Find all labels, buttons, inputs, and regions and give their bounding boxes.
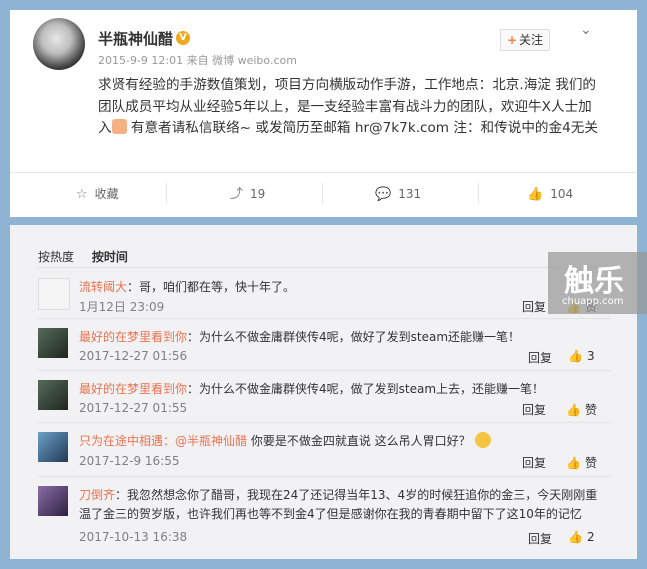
comment-like-count: 3 <box>586 349 595 363</box>
comment-item: 刀倒齐：我忽然想念你了醋哥，我现在24了还记得当年13、4岁的时候狂追你的金三，… <box>38 486 611 548</box>
comment-like-count: 赞 <box>584 403 597 417</box>
chevron-down-icon[interactable]: ⌄ <box>580 22 592 38</box>
commenter-name[interactable]: 刀倒齐 <box>79 488 115 502</box>
commenter-name[interactable]: 只为在途中相遇 <box>79 434 163 448</box>
comment-like-button[interactable]: 👍 3 <box>568 349 595 363</box>
author-name[interactable]: 半瓶神仙醋 <box>98 28 173 49</box>
divider <box>322 183 323 203</box>
tab-by-time[interactable]: 按时间 <box>92 250 128 264</box>
reply-button[interactable]: 回复 <box>528 349 552 366</box>
comment-button[interactable]: 💬 131 <box>375 182 421 206</box>
favorite-label: 收藏 <box>94 187 119 201</box>
comment-icon: 💬 <box>375 187 392 202</box>
comment-text: 最好的在梦里看到你：为什么不做金庸群侠传4呢，做了发到steam上去，还能赚一笔… <box>79 380 609 399</box>
comment-body: ：哥，咱们都在等，快十年了。 <box>127 280 296 294</box>
commenter-avatar[interactable] <box>38 278 70 310</box>
reply-button[interactable]: 回复 <box>522 298 546 315</box>
comment-sort-tabs: 按热度 按时间 <box>38 248 128 265</box>
comment-body: ：为什么不做金庸群侠传4呢，做了发到steam上去，还能赚一笔！ <box>187 382 545 396</box>
follow-label: 关注 <box>519 33 544 47</box>
comment-like-count: 2 <box>586 530 595 544</box>
comment-text: 最好的在梦里看到你：为什么不做金庸群侠传4呢，做好了发到steam还能赚一笔！ <box>79 328 609 347</box>
commenter-avatar[interactable] <box>38 380 68 410</box>
reply-button[interactable]: 回复 <box>522 454 546 471</box>
thumbs-up-icon: 👍 <box>566 403 581 417</box>
comment-text: 只为在途中相遇：@半瓶神仙醋 你要是不做金四就直说 这么吊人胃口好？ <box>79 432 609 451</box>
like-button[interactable]: 👍 104 <box>527 182 573 206</box>
thumbs-up-icon: 👍 <box>527 187 544 202</box>
comment-item: 只为在途中相遇：@半瓶神仙醋 你要是不做金四就直说 这么吊人胃口好？ 2017-… <box>38 432 611 470</box>
comment-like-button[interactable]: 👍赞 <box>566 401 597 418</box>
watermark-title: 触乐 <box>564 264 624 299</box>
author-avatar[interactable] <box>33 18 85 70</box>
comment-body: ：我忽然想念你了醋哥，我现在24了还记得当年13、4岁的时候狂追你的金三，今天刚… <box>79 488 598 521</box>
divider <box>38 267 611 268</box>
comment-time: 1月12日 23:09 <box>79 300 165 314</box>
comment-body: 你要是不做金四就直说 这么吊人胃口好？ <box>247 434 471 448</box>
share-count: 19 <box>250 187 266 201</box>
favorite-button[interactable]: ☆ 收藏 <box>76 182 119 206</box>
comment-time: 2017-12-27 01:55 <box>79 401 188 415</box>
watermark-subtitle: chuapp.com <box>562 296 624 307</box>
divider <box>38 476 611 477</box>
section-gap <box>10 217 637 225</box>
commenter-avatar[interactable] <box>38 432 68 462</box>
thinking-emoji-icon <box>474 432 491 448</box>
tab-by-hot[interactable]: 按热度 <box>38 250 74 264</box>
star-icon: ☆ <box>76 187 88 202</box>
thumbs-up-icon: 👍 <box>566 456 581 470</box>
verified-badge-icon: V <box>176 31 190 45</box>
divider <box>38 422 611 423</box>
comment-like-button[interactable]: 👍 2 <box>568 530 595 544</box>
comment-like-count: 赞 <box>584 456 597 470</box>
like-count: 104 <box>550 187 574 201</box>
commenter-name[interactable]: 最好的在梦里看到你 <box>79 382 187 396</box>
post-content: 求贤有经验的手游数值策划，项目方向横版动作手游，工作地点：北京.海淀 我们的团队… <box>98 75 603 140</box>
comment-item: 最好的在梦里看到你：为什么不做金庸群侠传4呢，做了发到steam上去，还能赚一笔… <box>38 380 611 418</box>
comment-like-button[interactable]: 👍赞 <box>566 454 597 471</box>
follow-button[interactable]: + 关注 <box>500 29 550 51</box>
divider <box>38 318 611 319</box>
reply-button[interactable]: 回复 <box>522 401 546 418</box>
mention-link[interactable]: ：@半瓶神仙醋 <box>163 434 247 448</box>
thumbs-up-icon: 👍 <box>568 530 583 544</box>
comment-text: 流转阈大：哥，咱们都在等，快十年了。 <box>79 278 609 297</box>
comment-item: 最好的在梦里看到你：为什么不做金庸群侠传4呢，做好了发到steam还能赚一笔！ … <box>38 328 611 366</box>
commenter-avatar[interactable] <box>38 328 68 358</box>
post-meta: 2015-9-9 12:01 来自 微博 weibo.com <box>98 54 297 67</box>
comment-time: 2017-12-9 16:55 <box>79 454 180 468</box>
divider <box>10 172 637 173</box>
post-text-2: 有意者请私信联络~ 或发简历至邮箱 hr@7k7k.com 注：和传说中的金4无… <box>126 120 598 136</box>
plus-icon: + <box>506 33 518 47</box>
divider <box>166 183 167 203</box>
thumbs-up-icon: 👍 <box>568 349 583 363</box>
divider <box>38 370 611 371</box>
comment-time: 2017-10-13 16:38 <box>79 530 188 544</box>
commenter-name[interactable]: 最好的在梦里看到你 <box>79 330 187 344</box>
comment-count: 131 <box>398 187 422 201</box>
comment-time: 2017-12-27 01:56 <box>79 349 188 363</box>
share-icon: ⤴ <box>230 187 244 202</box>
thumbs-up-emoji-icon <box>111 119 127 134</box>
commenter-name[interactable]: 流转阈大 <box>79 280 127 294</box>
reply-button[interactable]: 回复 <box>528 530 552 547</box>
divider <box>478 183 479 203</box>
share-button[interactable]: ⤴ 19 <box>230 182 265 206</box>
comment-item: 流转阈大：哥，咱们都在等，快十年了。 1月12日 23:09 回复 👍赞 <box>38 278 611 316</box>
comment-body: ：为什么不做金庸群侠传4呢，做好了发到steam还能赚一笔！ <box>187 330 521 344</box>
watermark-logo: 触乐 chuapp.com <box>548 252 647 314</box>
commenter-avatar[interactable] <box>38 486 68 516</box>
comment-text: 刀倒齐：我忽然想念你了醋哥，我现在24了还记得当年13、4岁的时候狂追你的金三，… <box>79 486 609 524</box>
